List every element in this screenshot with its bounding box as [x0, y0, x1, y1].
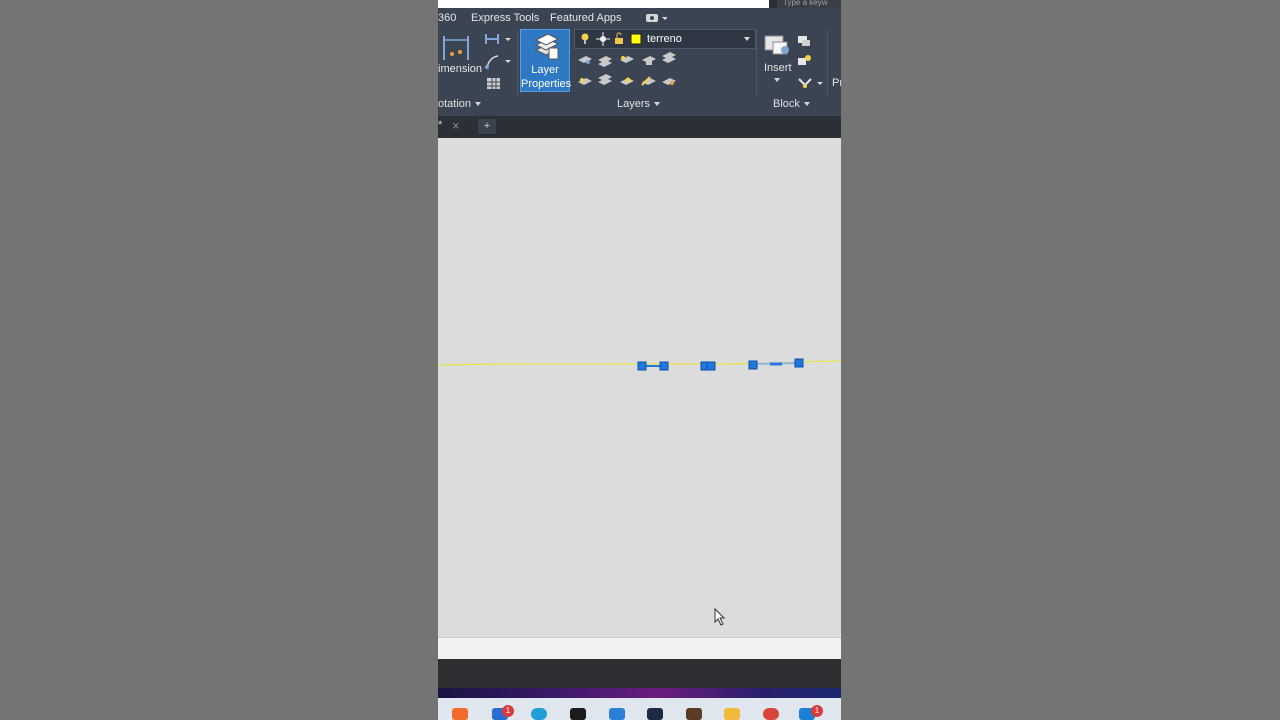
dropbox-icon[interactable]	[570, 708, 586, 720]
grip	[637, 361, 647, 371]
close-icon[interactable]: ×	[452, 118, 460, 133]
table-icon[interactable]	[486, 76, 504, 92]
folder-icon[interactable]	[724, 708, 740, 720]
grip	[748, 360, 758, 370]
block-panel-label: Block	[773, 98, 800, 110]
chevron-down-icon	[475, 102, 482, 107]
firefox-icon[interactable]	[452, 708, 468, 720]
annotation-panel-title[interactable]: otation	[438, 98, 482, 110]
layer-properties-icon	[534, 33, 560, 60]
chevron-down-icon	[654, 102, 661, 107]
dimension-button[interactable]: imension	[438, 28, 484, 94]
new-tab-button[interactable]: +	[478, 119, 496, 134]
annotation-panel-label: otation	[438, 98, 472, 110]
camera-icon	[646, 14, 668, 22]
ribbon-panel: imension Layer Properties terreno Insert…	[438, 28, 841, 96]
ribbon-tab-bar: 360 Express Tools Featured Apps	[438, 8, 841, 28]
layer-state-icons	[581, 32, 642, 46]
mouse-cursor-icon	[714, 607, 726, 626]
command-line[interactable]	[438, 637, 841, 659]
grip	[706, 361, 716, 371]
dimension-icon	[443, 36, 469, 60]
autocad-window: Type a keyw 360 Express Tools Featured A…	[438, 0, 841, 720]
leader-icon[interactable]	[484, 53, 514, 69]
drawing-svg	[438, 358, 841, 626]
tab-featured-apps[interactable]: Featured Apps	[550, 12, 622, 24]
linear-dimension-icon[interactable]	[484, 31, 514, 47]
edge-icon[interactable]	[531, 708, 547, 720]
notification-badge: 1	[811, 705, 823, 717]
document-tab-bar: * × +	[438, 116, 841, 138]
status-bar	[438, 659, 841, 688]
drawing-canvas[interactable]	[438, 138, 841, 637]
desktop-wallpaper-strip	[438, 688, 841, 698]
search-input[interactable]: Type a keyw	[777, 0, 841, 8]
chrome-icon[interactable]	[763, 708, 779, 720]
autocad-icon[interactable]	[647, 708, 663, 720]
layer-properties-label-1: Layer	[531, 64, 559, 76]
active-document-tab[interactable]: *	[438, 119, 442, 131]
chevron-down-icon	[774, 78, 780, 82]
tab-express-tools[interactable]: Express Tools	[471, 12, 539, 24]
grip	[659, 361, 669, 371]
app-icon[interactable]	[686, 708, 702, 720]
layers-panel-title[interactable]: Layers	[617, 98, 661, 110]
insert-block-icon	[764, 35, 789, 55]
title-bar-field	[438, 0, 769, 8]
layer-properties-button[interactable]: Layer Properties	[520, 29, 572, 92]
insert-button[interactable]: Insert	[758, 28, 796, 92]
notification-badge: 1	[502, 705, 514, 717]
plus-icon: +	[483, 120, 491, 132]
properties-label-cut: Pr	[832, 77, 841, 89]
current-layer-name: terreno	[647, 33, 682, 45]
dimension-label: imension	[438, 63, 483, 75]
block-panel-title[interactable]: Block	[773, 98, 810, 110]
layer-properties-label-2: Properties	[521, 78, 572, 90]
photos-icon[interactable]	[609, 708, 625, 720]
tab-360[interactable]: 360	[438, 12, 456, 24]
edit-block-icon[interactable]	[796, 53, 814, 69]
grip	[794, 358, 804, 368]
layers-panel-label: Layers	[617, 98, 651, 110]
taskbar: 1 1	[438, 698, 841, 720]
workspace-toggle[interactable]	[645, 13, 668, 26]
ribbon-panel-titles: otation Layers Block	[438, 96, 841, 114]
create-block-icon[interactable]	[796, 33, 814, 49]
chevron-down-icon	[803, 102, 810, 107]
layer-tools-icons[interactable]	[576, 52, 686, 94]
block-attributes-icon[interactable]	[796, 75, 826, 91]
chevron-down-icon	[744, 37, 750, 41]
layer-dropdown[interactable]: terreno	[574, 29, 756, 49]
insert-label: Insert	[764, 62, 792, 74]
